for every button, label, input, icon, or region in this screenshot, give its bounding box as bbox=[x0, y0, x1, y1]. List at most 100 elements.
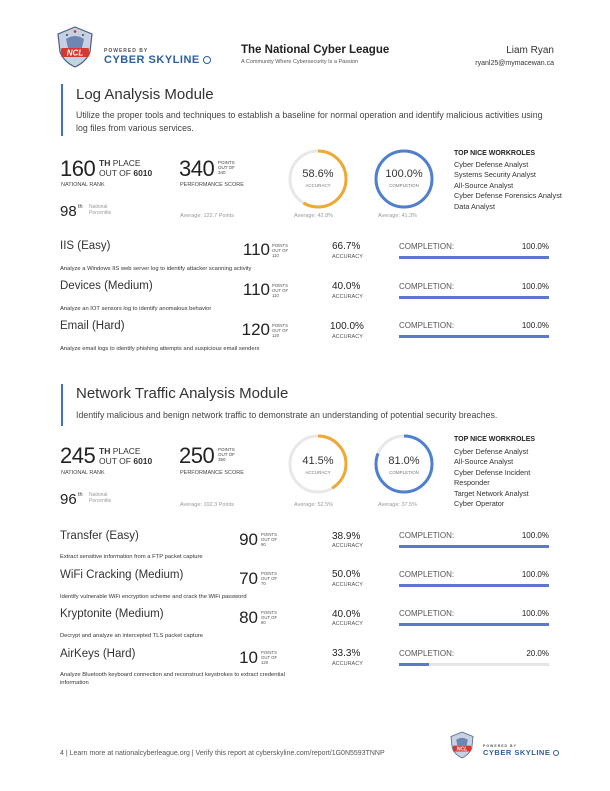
completion-bar-fill bbox=[399, 256, 549, 259]
challenge-name: Kryptonite (Medium) bbox=[60, 608, 164, 620]
challenge-description: Decrypt and analyze an intercepted TLS p… bbox=[60, 633, 203, 639]
workrole-item: All-Source Analyst bbox=[454, 180, 514, 190]
player-email: ryanl25@mymacewan.ca bbox=[475, 60, 554, 67]
module-description: Identify malicious and benign network tr… bbox=[76, 410, 498, 420]
pts-total: 90 bbox=[261, 542, 266, 547]
challenge-completion-bar bbox=[399, 584, 549, 587]
completion-label: COMPLETION bbox=[389, 183, 419, 188]
pts-total: 120 bbox=[272, 333, 280, 338]
challenge-description: Analyze Bluetooth keyboard connection an… bbox=[60, 672, 285, 686]
performance-score-value: 340 bbox=[179, 156, 215, 181]
cyber-skyline-name: CYBER SKYLINE bbox=[104, 54, 212, 66]
ncl-shield-logo-icon: NCL bbox=[57, 26, 93, 68]
completion-average: Average: 41.3% bbox=[378, 213, 418, 219]
challenge-completion-value: 100.0% bbox=[521, 321, 549, 330]
challenge-points: 80 bbox=[239, 608, 258, 627]
challenge-completion-value: 100.0% bbox=[521, 242, 549, 251]
rank-place-label: TH PLACE bbox=[99, 447, 141, 456]
rank-out-of-word: OUT OF bbox=[99, 456, 131, 466]
footer-text: 4 | Learn more at nationalcyberleague.or… bbox=[60, 750, 385, 757]
workrole-item: Systems Security Analyst bbox=[454, 170, 536, 180]
national-rank-label: NATIONAL RANK bbox=[61, 470, 105, 476]
challenge-completion-bar bbox=[399, 545, 549, 548]
footer-cyber-skyline-brand: POWERED BY CYBER SKYLINE bbox=[483, 744, 559, 757]
challenge-accuracy-label: ACCURACY bbox=[332, 334, 363, 340]
rank-th: TH bbox=[99, 158, 111, 168]
rank-total: 6010 bbox=[133, 168, 153, 178]
accuracy-label: ACCURACY bbox=[305, 470, 331, 475]
challenge-description: Extract sensitive information from a FTP… bbox=[60, 554, 203, 560]
performance-score-label: PERFORMANCE SCORE bbox=[180, 470, 244, 476]
cyber-skyline-brand: POWERED BY CYBER SKYLINE bbox=[104, 48, 212, 66]
completion-bar-fill bbox=[399, 335, 549, 338]
points-total: 350 bbox=[218, 457, 226, 463]
completion-bar-fill bbox=[399, 545, 549, 548]
workroles-heading: TOP NICE WORKROLES bbox=[454, 436, 536, 443]
challenge-description: Analyze email logs to identify phishing … bbox=[60, 346, 260, 352]
challenge-description: Identify vulnerable WiFi encryption sche… bbox=[60, 594, 247, 600]
challenge-completion-bar bbox=[399, 663, 549, 666]
challenge-points-label: POINTS OUT OF 90 bbox=[261, 532, 277, 547]
pts-total: 120 bbox=[261, 660, 269, 665]
challenge-points-label: POINTS OUT OF 110 bbox=[272, 243, 288, 258]
rank-place-label: TH PLACE bbox=[99, 159, 141, 168]
accuracy-average: Average: 52.5% bbox=[294, 502, 334, 508]
challenge-description: Analyze an IOT sensors log to identify a… bbox=[60, 306, 212, 312]
challenge-completion-value: 20.0% bbox=[526, 649, 549, 658]
challenge-completion-label: COMPLETION: bbox=[399, 531, 455, 540]
completion-bar-fill bbox=[399, 296, 549, 299]
challenge-points: 110 bbox=[242, 280, 270, 299]
completion-value: 81.0% bbox=[388, 455, 420, 467]
national-rank-value: 245 bbox=[60, 443, 96, 468]
challenge-completion-value: 100.0% bbox=[521, 282, 549, 291]
challenge-accuracy: 38.9% bbox=[332, 531, 361, 542]
performance-score-label: PERFORMANCE SCORE bbox=[180, 182, 244, 188]
challenge-completion-label: COMPLETION: bbox=[399, 570, 455, 579]
percentile-value: 96 bbox=[60, 491, 77, 508]
challenge-completion-label: COMPLETION: bbox=[399, 242, 455, 251]
completion-value: 100.0% bbox=[385, 168, 423, 180]
report-header: NCL POWERED BY CYBER SKYLINE The Nationa… bbox=[0, 0, 610, 78]
module-title: Network Traffic Analysis Module bbox=[76, 385, 289, 402]
challenge-completion-bar bbox=[399, 256, 549, 259]
challenge-points-label: POINTS OUT OF 120 bbox=[261, 650, 277, 665]
workrole-item: Target Network Analyst bbox=[454, 488, 529, 498]
challenge-completion-value: 100.0% bbox=[521, 570, 549, 579]
page-title: The National Cyber League bbox=[241, 44, 390, 56]
accuracy-label: ACCURACY bbox=[305, 183, 331, 188]
challenge-completion-label: COMPLETION: bbox=[399, 321, 455, 330]
rank-out-of-label: OUT OF 6010 bbox=[99, 169, 152, 178]
module-accent-bar bbox=[61, 84, 63, 136]
challenge-accuracy-label: ACCURACY bbox=[332, 621, 363, 627]
module-accent-bar bbox=[61, 384, 63, 426]
rank-out-of-label: OUT OF 6010 bbox=[99, 457, 152, 466]
workrole-item: Cyber Operator bbox=[454, 499, 505, 509]
challenge-accuracy: 40.0% bbox=[332, 281, 361, 292]
page-subtitle: A Community Where Cybersecurity Is a Pas… bbox=[241, 59, 359, 65]
workroles-list: Cyber Defense Analyst Systems Security A… bbox=[454, 160, 564, 212]
workrole-item: Cyber Defense Forensics Analyst bbox=[454, 191, 562, 201]
completion-bar-fill bbox=[399, 623, 549, 626]
accuracy-value: 58.6% bbox=[302, 168, 334, 180]
challenge-completion-label: COMPLETION: bbox=[399, 282, 455, 291]
workrole-item: Data Analyst bbox=[454, 201, 495, 211]
footer-ncl-shield-logo-icon: NCL bbox=[450, 731, 474, 759]
performance-score-value: 250 bbox=[179, 443, 215, 468]
percentile-label: National Percentile bbox=[89, 492, 111, 504]
challenge-points: 90 bbox=[239, 530, 258, 549]
challenge-points-label: POINTS OUT OF 110 bbox=[272, 283, 288, 298]
challenge-completion-label: COMPLETION: bbox=[399, 609, 455, 618]
challenge-accuracy: 66.7% bbox=[332, 241, 361, 252]
challenge-points-label: POINTS OUT OF 70 bbox=[261, 571, 277, 586]
footer-ncl-logo-text: NCL bbox=[457, 747, 468, 753]
accuracy-average: Average: 42.8% bbox=[294, 213, 334, 219]
challenge-name: AirKeys (Hard) bbox=[60, 648, 136, 660]
challenge-name: Transfer (Easy) bbox=[60, 530, 139, 542]
challenge-name: Email (Hard) bbox=[60, 320, 125, 332]
challenge-name: Devices (Medium) bbox=[60, 280, 153, 292]
completion-label: COMPLETION bbox=[389, 470, 419, 475]
workrole-item: Cyber Defense Incident Responder bbox=[454, 467, 531, 488]
completion-average: Average: 37.5% bbox=[378, 502, 418, 508]
performance-score-out-of: POINTS OUT OF 350 bbox=[218, 447, 235, 463]
challenge-completion-bar bbox=[399, 335, 549, 338]
